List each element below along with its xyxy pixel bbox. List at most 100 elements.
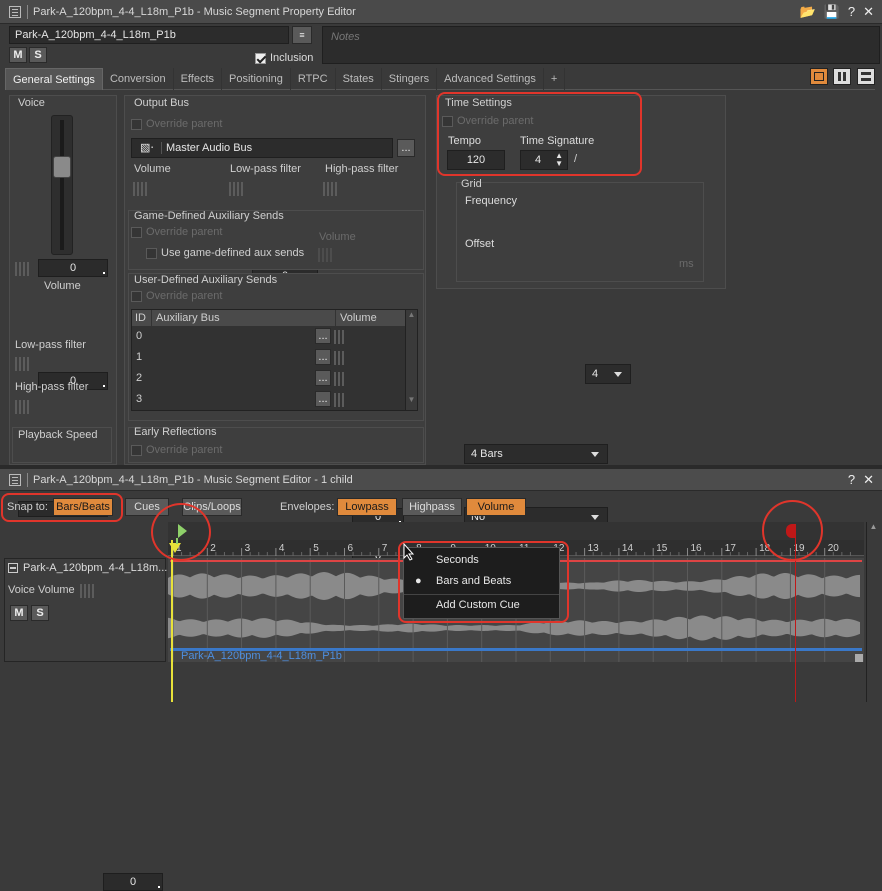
highpass-envelope-button[interactable]: Highpass (402, 498, 462, 516)
output-bus-name: Master Audio Bus (165, 142, 253, 154)
property-tabs: General Settings Conversion Effects Posi… (5, 68, 875, 90)
name-field[interactable]: Park-A_120bpm_4-4_L18m_P1b (9, 26, 289, 44)
folder-icon[interactable]: 📂 (799, 4, 815, 20)
editor-menu-icon[interactable] (9, 5, 21, 18)
segment-editor-title: Park-A_120bpm_4-4_L18m_P1b - Music Segme… (33, 473, 353, 486)
ruler-label: 5 (313, 543, 319, 554)
user-aux-override[interactable]: Override parent (131, 290, 222, 302)
aux-table-scrollbar[interactable]: ▲ ▼ (405, 310, 417, 410)
cue-track[interactable] (168, 522, 864, 540)
output-bus-title: Output Bus (134, 97, 190, 109)
snap-highlight (1, 493, 123, 522)
time-settings-highlight (437, 92, 642, 176)
time-sig-denominator[interactable]: 4 (585, 364, 631, 384)
tab-stingers[interactable]: Stingers (382, 68, 438, 90)
tab-effects[interactable]: Effects (174, 68, 223, 90)
segment-vscrollbar[interactable]: ▲ (866, 522, 880, 702)
track-volume-knob[interactable] (80, 582, 100, 600)
save-icon[interactable]: 💾 (824, 4, 840, 20)
game-aux-override[interactable]: Override parent (131, 226, 222, 238)
offset-unit: ms (679, 258, 694, 270)
aux-row-knob[interactable] (334, 349, 350, 367)
help-icon[interactable]: ? (848, 4, 855, 20)
aux-row-id: 2 (136, 372, 143, 384)
ruler-label: 6 (348, 543, 354, 554)
tab-add[interactable]: + (544, 68, 566, 90)
playhead-line[interactable] (171, 540, 173, 702)
bus-icon: ▧⋅ (140, 142, 154, 154)
voice-lowpass-knob[interactable] (15, 355, 35, 373)
tab-general-settings[interactable]: General Settings (5, 68, 103, 90)
segment-help-icon[interactable]: ? (848, 472, 855, 488)
bus-volume-knob[interactable] (133, 180, 153, 198)
aux-row-browse-button[interactable]: ... (315, 349, 331, 365)
voice-highpass-label: High-pass filter (15, 381, 89, 393)
ruler-label: 2 (210, 543, 216, 554)
mute-button[interactable]: M (9, 47, 27, 63)
voice-volume-fader[interactable] (51, 115, 73, 255)
aux-row-browse-button[interactable]: ... (315, 391, 331, 407)
aux-row-id: 0 (136, 330, 143, 342)
track-mute-button[interactable]: M (10, 605, 28, 621)
col-volume[interactable]: Volume (336, 310, 404, 326)
segment-menu-icon[interactable] (9, 473, 21, 486)
track-name: Park-A_120bpm_4-4_L18m... (23, 562, 168, 574)
voice-highpass-knob[interactable] (15, 398, 35, 416)
voice-volume-knob[interactable] (15, 260, 35, 278)
lowpass-envelope-button[interactable]: Lowpass (337, 498, 397, 516)
volume-envelope-button[interactable]: Volume (466, 498, 526, 516)
layout-columns-icon[interactable] (833, 68, 851, 85)
col-id[interactable]: ID (132, 310, 152, 326)
ruler-label: 7 (382, 543, 388, 554)
output-bus-selector[interactable]: ▧⋅ Master Audio Bus (131, 138, 393, 158)
segment-close-icon[interactable]: ✕ (863, 472, 874, 488)
title-separator (27, 4, 28, 19)
tab-conversion[interactable]: Conversion (103, 68, 174, 90)
aux-table-header: ID Auxiliary Bus Volume (132, 310, 417, 326)
aux-row-browse-button[interactable]: ... (315, 370, 331, 386)
early-reflections-title: Early Reflections (134, 426, 217, 438)
tab-rtpc[interactable]: RTPC (291, 68, 336, 90)
context-menu-highlight (398, 541, 569, 623)
track-volume-value[interactable]: 0 (103, 873, 163, 891)
aux-row-browse-button[interactable]: ... (315, 328, 331, 344)
output-bus-browse-button[interactable]: ... (397, 139, 415, 157)
fader-handle[interactable] (53, 156, 71, 178)
voice-volume-value[interactable]: 0 (38, 259, 108, 277)
inclusion-checkbox[interactable]: Inclusion (255, 52, 313, 64)
timeline-empty-area[interactable] (168, 662, 864, 702)
aux-row-id: 1 (136, 351, 143, 363)
use-game-aux-checkbox[interactable]: Use game-defined aux sends (146, 247, 304, 259)
bus-highpass-knob[interactable] (323, 180, 343, 198)
layout-rows-icon[interactable] (857, 68, 875, 85)
track-collapse-icon[interactable] (8, 563, 18, 573)
col-aux-bus[interactable]: Auxiliary Bus (152, 310, 336, 326)
playback-speed-label: Playback Speed (18, 429, 98, 441)
tab-advanced-settings[interactable]: Advanced Settings (437, 68, 544, 90)
aux-row-knob[interactable] (334, 391, 350, 409)
game-aux-title: Game-Defined Auxiliary Sends (134, 210, 284, 222)
exit-cue-highlight (762, 500, 823, 561)
ruler-label: 4 (279, 543, 285, 554)
tab-states[interactable]: States (336, 68, 382, 90)
inclusion-label: Inclusion (270, 52, 314, 64)
notes-field[interactable]: Notes (322, 26, 880, 64)
output-bus-override[interactable]: Override parent (131, 118, 222, 130)
tab-positioning[interactable]: Positioning (222, 68, 291, 90)
bus-lowpass-knob[interactable] (229, 180, 249, 198)
early-reflections-override[interactable]: Override parent (131, 444, 222, 456)
ruler-label: 16 (691, 543, 703, 554)
solo-button[interactable]: S (29, 47, 47, 63)
clip-resize-handle[interactable] (855, 654, 863, 662)
frequency-dropdown[interactable]: 4 Bars (464, 444, 608, 464)
aux-row-knob[interactable] (334, 370, 350, 388)
property-editor-titlebar: Park-A_120bpm_4-4_L18m_P1b - Music Segme… (0, 0, 882, 24)
track-solo-button[interactable]: S (31, 605, 49, 621)
name-options-button[interactable]: ≡ (292, 26, 312, 44)
layout-single-icon[interactable] (810, 68, 828, 85)
voice-title: Voice (18, 97, 45, 109)
aux-row-knob[interactable] (334, 328, 350, 346)
close-icon[interactable]: ✕ (863, 4, 874, 20)
early-override-label: Override parent (146, 444, 223, 456)
grid-title: Grid (461, 178, 482, 190)
